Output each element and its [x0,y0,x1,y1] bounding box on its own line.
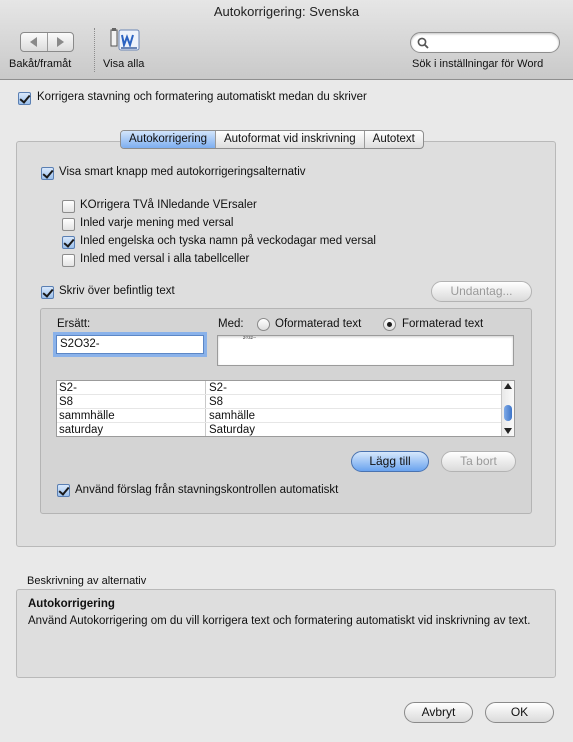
arrow-right-icon [56,37,64,47]
window-title: Autokorrigering: Svenska [213,4,360,19]
with-preview-text: ²⁰³²⁻ [243,336,257,343]
spellcheck-suggestions-label: Använd förslag från stavningskontrollen … [75,484,339,496]
smart-button-label: Visa smart knapp med autokorrigeringsalt… [59,166,306,178]
replace-input[interactable]: S2O32- [56,335,204,354]
replace-cell: sammhälle [59,410,115,422]
back-forward-control[interactable] [20,32,74,52]
show-all-button[interactable] [108,26,142,56]
with-cell: samhälle [209,410,256,422]
tab-bar: Autokorrigering Autoformat vid inskrivni… [120,130,424,149]
description-text: Använd Autokorrigering om du vill korrig… [28,615,531,627]
plain-text-label: Oformaterad text [275,318,362,330]
replacement-list[interactable]: S2- S2- S8 S8 sammhälle samhälle saturda… [56,380,515,437]
with-label: Med: [218,318,244,330]
exceptions-button[interactable]: Undantag... [431,281,532,302]
search-label: Sök i inställningar för Word [412,58,544,70]
replace-cell: S8 [59,396,74,408]
description-title: Autokorrigering [28,598,115,610]
back-forward-label: Bakåt/framåt [9,58,72,70]
with-cell: S8 [209,396,224,408]
list-scrollbar[interactable] [501,381,514,436]
option-checkbox-capitalize-table-cells[interactable] [62,254,75,267]
option-label-capitalize-sentence: Inled varje mening med versal [80,217,234,229]
option-checkbox-two-initial-capitals[interactable] [62,200,75,213]
search-input[interactable] [410,32,560,53]
scroll-thumb[interactable] [504,405,512,421]
ok-button[interactable]: OK [485,702,554,723]
search-icon [417,37,429,49]
replace-cell: S2- [59,382,77,394]
description-section-label: Beskrivning av alternativ [27,575,147,587]
table-row[interactable]: saturday Saturday [57,423,503,436]
smart-button-checkbox[interactable] [41,167,54,180]
option-checkbox-capitalize-sentence[interactable] [62,218,75,231]
option-label-two-initial-capitals: KOrrigera TVå INledande VErsaler [80,199,257,211]
toolbar-separator [94,28,95,72]
formatted-text-label: Formaterad text [402,318,484,330]
formatted-text-radio[interactable] [383,318,396,331]
show-all-icon [110,28,140,51]
tab-autotext[interactable]: Autotext [365,131,423,148]
option-label-capitalize-days: Inled engelska och tyska namn på veckoda… [80,235,376,247]
with-input[interactable]: ²⁰³²⁻ [217,335,514,366]
table-row[interactable]: sammhälle samhälle [57,409,503,423]
add-button[interactable]: Lägg till [351,451,429,472]
option-checkbox-capitalize-days[interactable] [62,236,75,249]
cancel-button[interactable]: Avbryt [404,702,473,723]
table-row[interactable]: S2- S2- [57,381,503,395]
tab-autokorrigering[interactable]: Autokorrigering [121,131,216,148]
back-button[interactable] [21,33,48,51]
replace-text-label: Skriv över befintlig text [59,285,175,297]
show-all-label: Visa alla [103,58,145,70]
replace-label: Ersätt: [57,318,91,330]
plain-text-radio[interactable] [257,318,270,331]
with-cell: Saturday [209,424,256,436]
tab-autoformat[interactable]: Autoformat vid inskrivning [216,131,365,148]
option-label-capitalize-table-cells: Inled med versal i alla tabellceller [80,253,250,265]
scroll-up-icon[interactable] [504,383,512,389]
autocorrect-main-label: Korrigera stavning och formatering autom… [37,91,367,103]
scroll-down-icon[interactable] [504,428,512,434]
with-cell: S2- [209,382,227,394]
arrow-left-icon [30,37,38,47]
autocorrect-main-checkbox[interactable] [18,92,31,105]
replace-cell: saturday [59,424,104,436]
spellcheck-suggestions-checkbox[interactable] [57,484,70,497]
table-row[interactable]: S8 S8 [57,395,503,409]
replace-text-checkbox[interactable] [41,286,54,299]
remove-button[interactable]: Ta bort [441,451,516,472]
forward-button[interactable] [48,33,74,51]
